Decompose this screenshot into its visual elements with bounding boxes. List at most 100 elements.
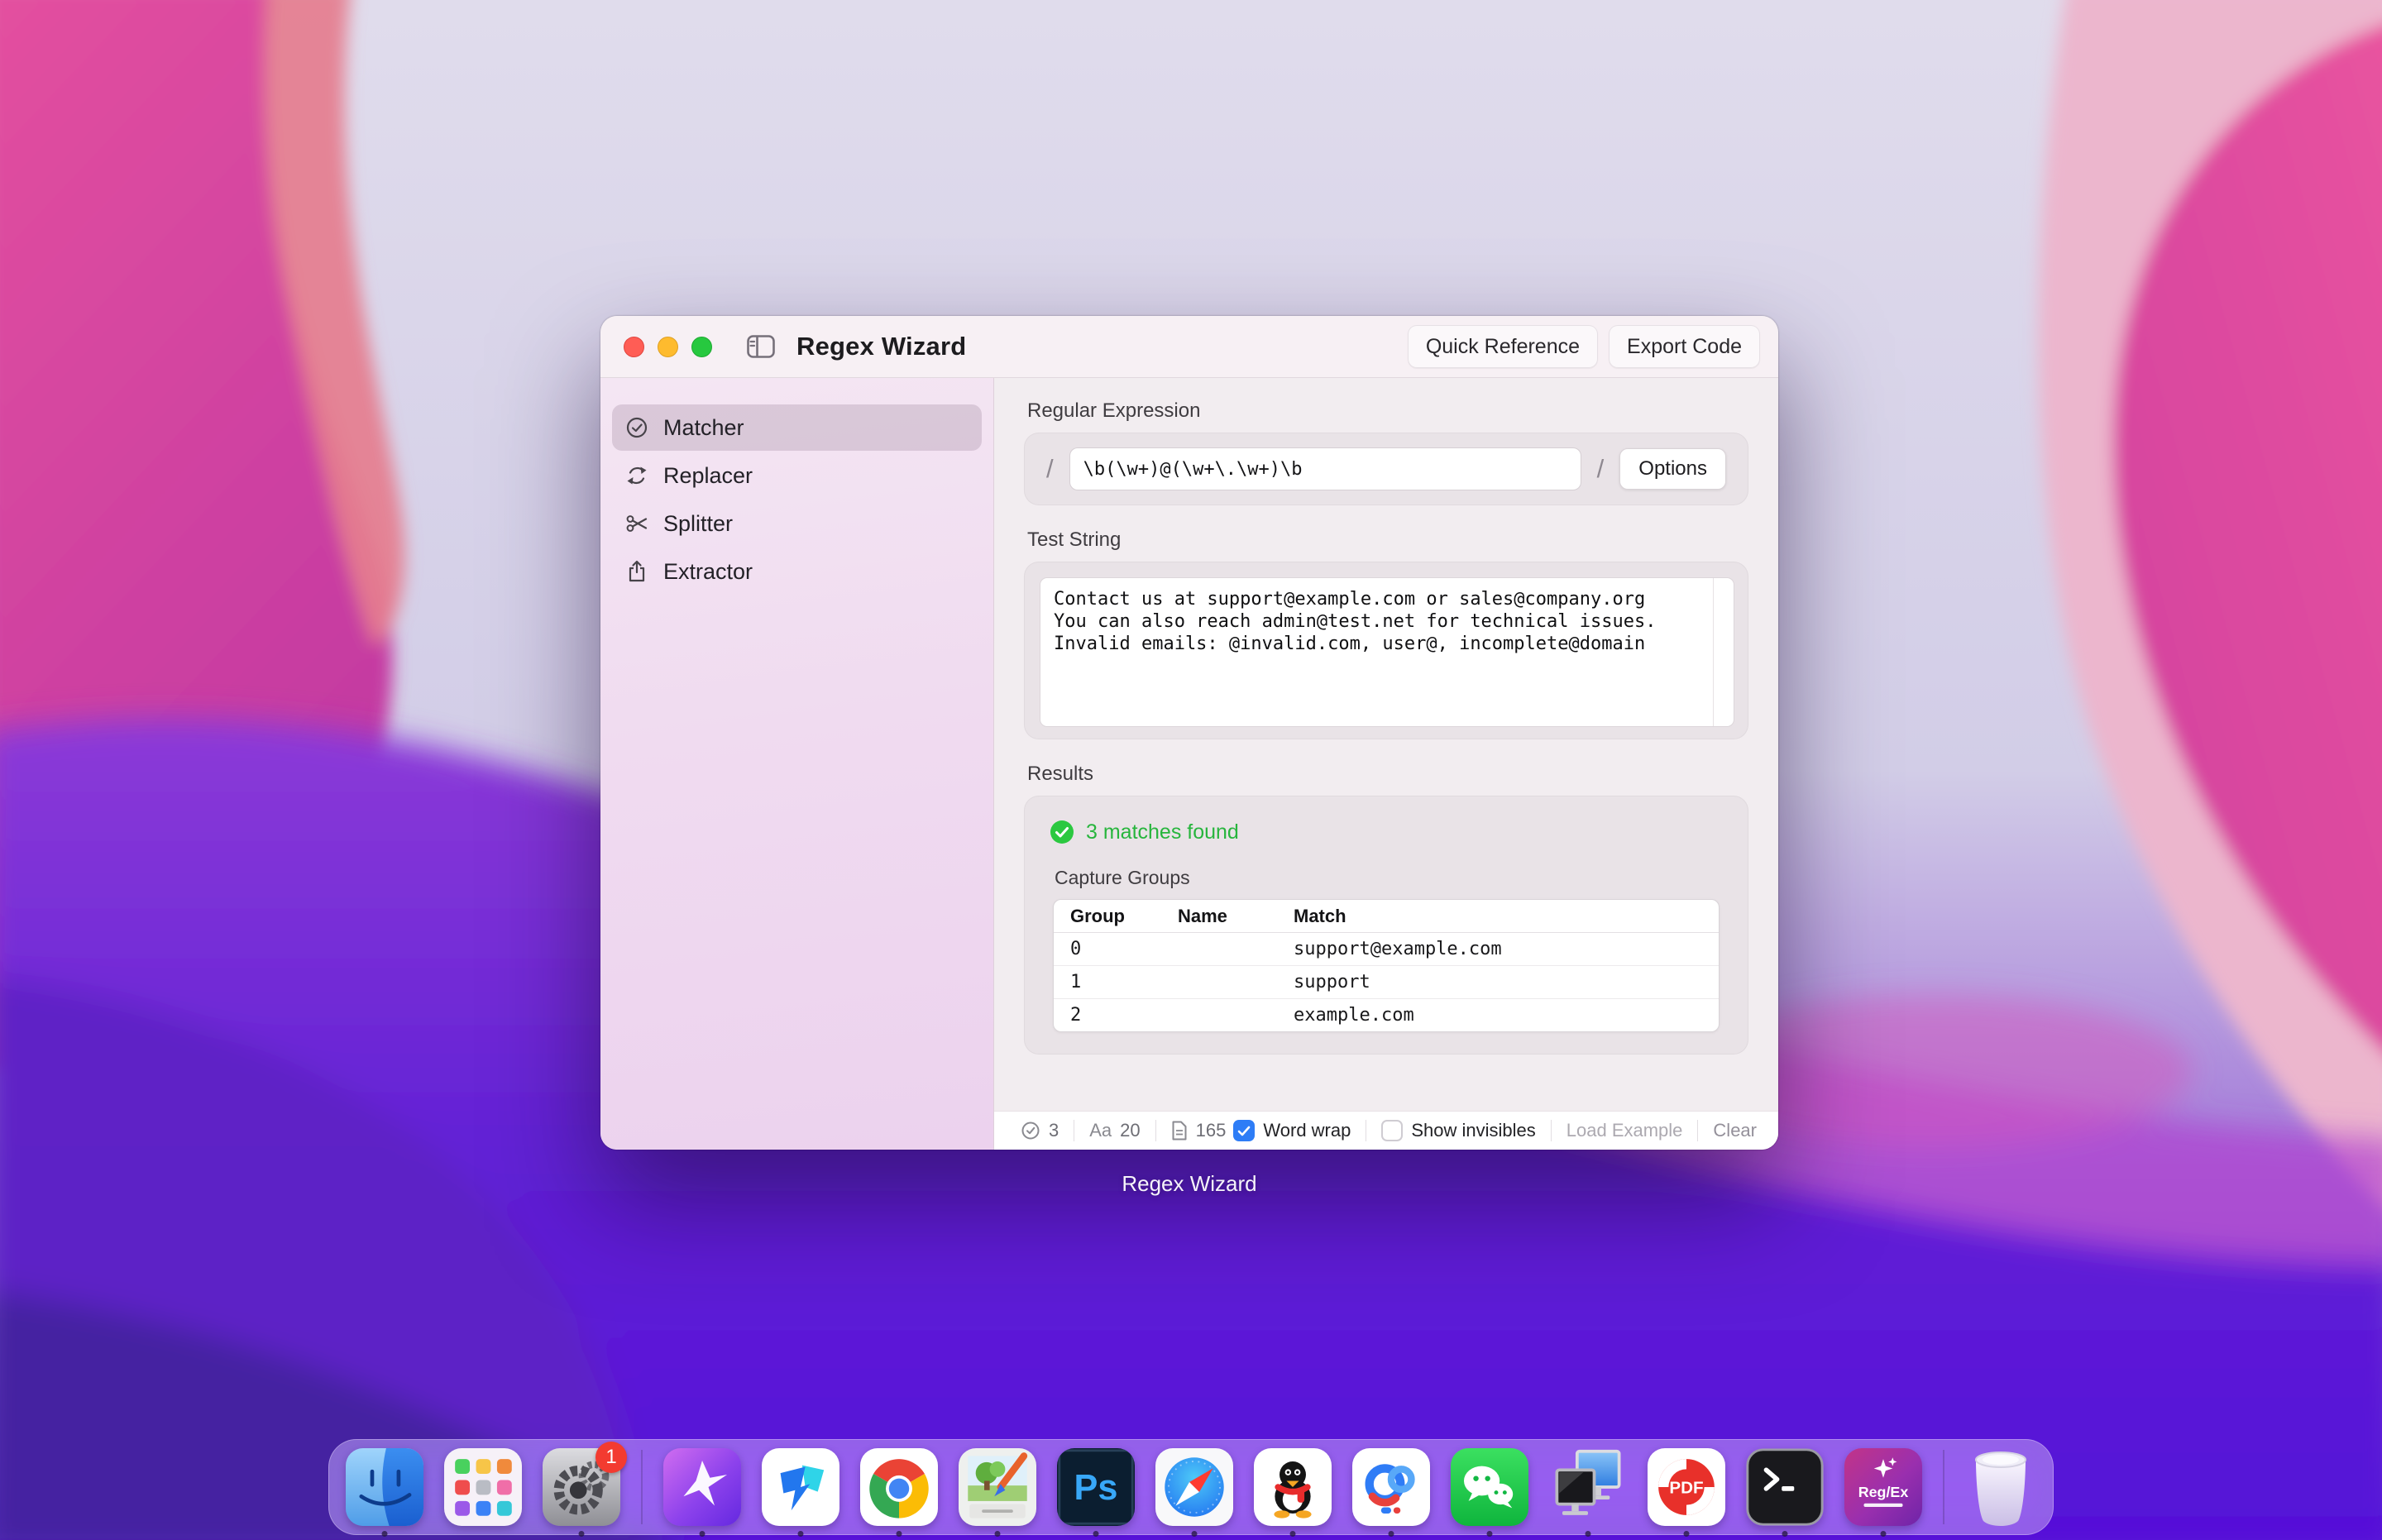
regex-open-delimiter: /: [1046, 454, 1054, 484]
qq-icon: [1254, 1448, 1332, 1526]
dock-safari[interactable]: [1155, 1448, 1233, 1526]
font-size-icon: Aa: [1089, 1120, 1112, 1141]
test-string-textarea[interactable]: Contact us at support@example.com or sal…: [1040, 578, 1734, 726]
load-example-button[interactable]: Load Example: [1566, 1120, 1683, 1141]
dock-chrome[interactable]: [860, 1448, 938, 1526]
dock-terminal[interactable]: [1746, 1448, 1824, 1526]
dock-trash[interactable]: [1965, 1448, 2036, 1526]
table-row[interactable]: 0 support@example.com: [1054, 933, 1719, 966]
sidebar-item-splitter[interactable]: Splitter: [612, 500, 982, 547]
dual-monitors-icon: [1549, 1448, 1627, 1526]
window-title: Regex Wizard: [796, 332, 966, 361]
cell-match: support@example.com: [1277, 939, 1719, 959]
capture-groups-label: Capture Groups: [1055, 867, 1724, 889]
match-count-icon: [1021, 1121, 1040, 1141]
launchpad-icon: [444, 1448, 522, 1526]
show-invisibles-label: Show invisibles: [1411, 1120, 1535, 1141]
statusbar-font-size: 20: [1120, 1120, 1140, 1141]
minimize-button[interactable]: [658, 337, 678, 357]
running-indicator: [1782, 1531, 1788, 1537]
dock-remote-desktop[interactable]: [1549, 1448, 1627, 1526]
notification-badge: 1: [596, 1442, 627, 1473]
results-section-label: Results: [1027, 763, 1748, 786]
cell-match: example.com: [1277, 1005, 1719, 1026]
running-indicator: [1487, 1531, 1493, 1537]
check-circle-icon: [624, 415, 649, 440]
show-invisibles-checkbox[interactable]: [1381, 1120, 1403, 1141]
test-string-card: Contact us at support@example.com or sal…: [1024, 562, 1748, 739]
running-indicator: [1881, 1531, 1887, 1537]
dock-paint-app[interactable]: [959, 1448, 1036, 1526]
status-bar: 3 Aa 20 165: [994, 1111, 1778, 1150]
dock-system-settings[interactable]: 1: [543, 1448, 620, 1526]
scissors-icon: [624, 511, 649, 536]
regex-card: / / Options: [1024, 433, 1748, 505]
sidebar-item-label: Extractor: [663, 559, 753, 585]
cell-group: 2: [1054, 1005, 1161, 1026]
photoshop-text: Ps: [1074, 1468, 1118, 1508]
dock-finder[interactable]: [346, 1448, 423, 1526]
quick-reference-button[interactable]: Quick Reference: [1408, 325, 1598, 368]
success-check-icon: [1050, 820, 1074, 844]
running-indicator: [700, 1531, 706, 1537]
dock-wechat[interactable]: [1451, 1448, 1528, 1526]
textarea-scroll-track: [1713, 578, 1714, 726]
running-indicator: [1192, 1531, 1198, 1537]
results-card: 3 matches found Capture Groups Group Nam…: [1024, 796, 1748, 1055]
main-content: Regular Expression / / Options Test Stri…: [994, 378, 1778, 1111]
table-row[interactable]: 1 support: [1054, 966, 1719, 999]
word-wrap-label: Word wrap: [1263, 1120, 1351, 1141]
wechat-icon: [1451, 1448, 1528, 1526]
zoom-button[interactable]: [691, 337, 712, 357]
dock-photoshop[interactable]: Ps: [1057, 1448, 1135, 1526]
table-row[interactable]: 2 example.com: [1054, 999, 1719, 1031]
todesk-icon: [762, 1448, 839, 1526]
cell-group: 0: [1054, 939, 1161, 959]
dock: 1: [328, 1439, 2054, 1535]
running-indicator: [1684, 1531, 1690, 1537]
test-section-label: Test String: [1027, 528, 1748, 552]
dock-separator: [1943, 1450, 1944, 1524]
sidebar-item-extractor[interactable]: Extractor: [612, 548, 982, 595]
regex-section-label: Regular Expression: [1027, 399, 1748, 423]
baidu-netdisk-icon: [1352, 1448, 1430, 1526]
regex-pattern-input[interactable]: [1069, 447, 1581, 490]
dock-pdf-expert[interactable]: PDF: [1648, 1448, 1725, 1526]
trash-icon: [1965, 1448, 2036, 1526]
pdf-expert-icon: PDF: [1648, 1448, 1725, 1526]
clear-button[interactable]: Clear: [1713, 1120, 1757, 1141]
sidebar-toggle-icon[interactable]: [747, 335, 775, 358]
dock-separator: [641, 1450, 643, 1524]
cell-group: 1: [1054, 972, 1161, 992]
export-code-button[interactable]: Export Code: [1609, 325, 1760, 368]
regex-close-delimiter: /: [1597, 454, 1605, 484]
word-wrap-checkbox[interactable]: [1233, 1120, 1255, 1141]
sidebar: Matcher Replacer Splitter: [600, 378, 994, 1150]
regex-options-button[interactable]: Options: [1619, 448, 1726, 490]
cell-match: support: [1277, 972, 1719, 992]
dock-baidu-netdisk[interactable]: [1352, 1448, 1430, 1526]
regex-app-text: Reg/Ex: [1858, 1484, 1909, 1500]
column-header-group: Group: [1054, 906, 1161, 927]
running-indicator: [1586, 1531, 1591, 1537]
document-icon: [1171, 1121, 1188, 1141]
titlebar: Regex Wizard Quick Reference Export Code: [600, 316, 1778, 378]
sidebar-item-matcher[interactable]: Matcher: [612, 404, 982, 451]
dock-purple-geometric-app[interactable]: [663, 1448, 741, 1526]
dock-qq[interactable]: [1254, 1448, 1332, 1526]
photoshop-icon: Ps: [1057, 1448, 1135, 1526]
running-indicator: [995, 1531, 1001, 1537]
running-indicator: [798, 1531, 804, 1537]
running-indicator: [579, 1531, 585, 1537]
terminal-icon: [1746, 1448, 1824, 1526]
pdf-text: PDF: [1669, 1479, 1703, 1498]
running-indicator: [1389, 1531, 1394, 1537]
close-button[interactable]: [624, 337, 644, 357]
match-status: 3 matches found: [1050, 820, 1724, 844]
sidebar-item-replacer[interactable]: Replacer: [612, 452, 982, 499]
dock-launchpad[interactable]: [444, 1448, 522, 1526]
finder-icon: [346, 1448, 423, 1526]
table-header-row: Group Name Match: [1054, 900, 1719, 933]
dock-regex-wizard[interactable]: Reg/Ex: [1844, 1448, 1922, 1526]
dock-todesk[interactable]: [762, 1448, 839, 1526]
